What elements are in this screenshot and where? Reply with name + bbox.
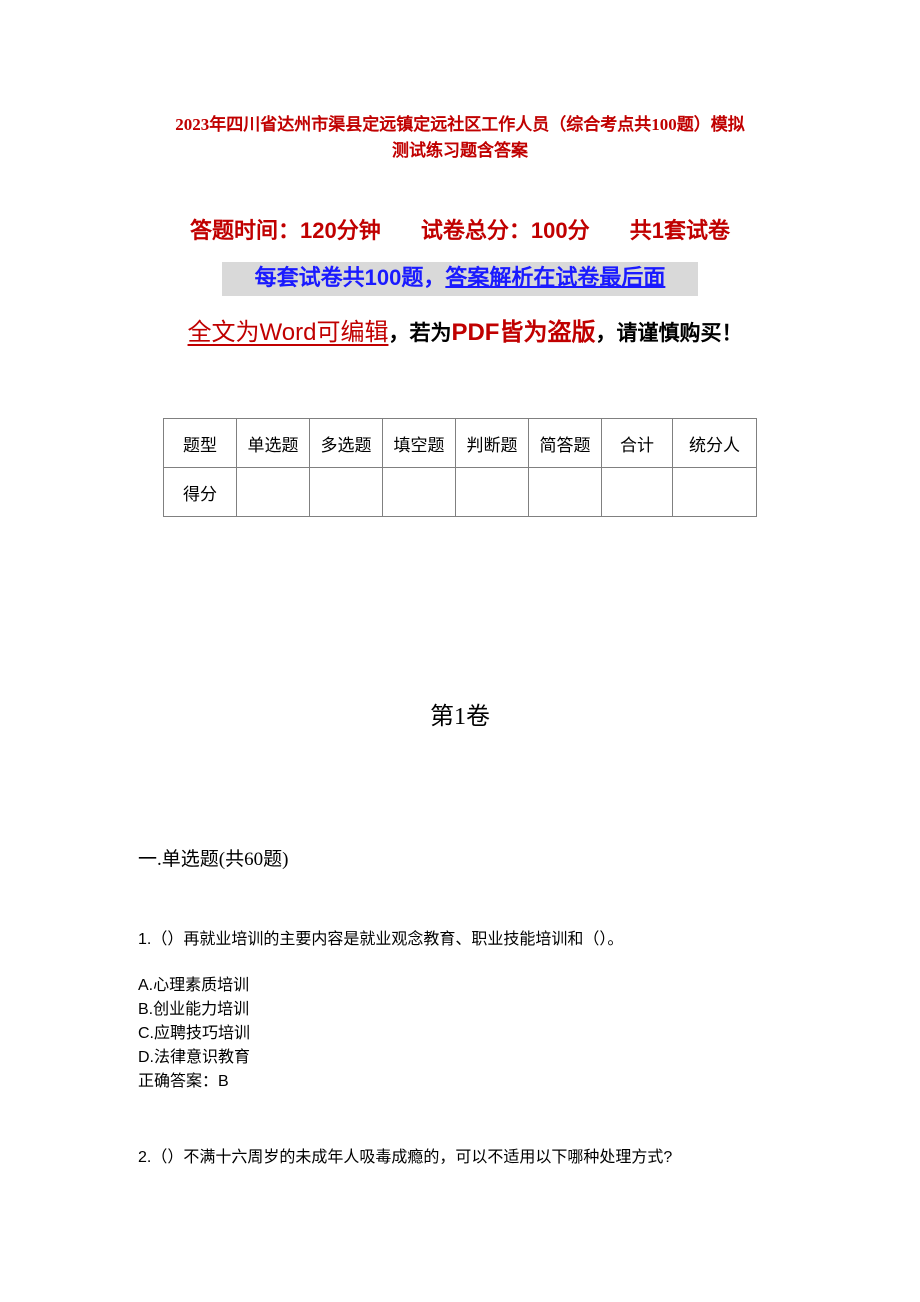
score-table-header-row: 题型 单选题 多选题 填空题 判断题 简答题 合计 统分人 bbox=[163, 418, 757, 468]
option-c: C.应聘技巧培训 bbox=[138, 1025, 251, 1042]
header-cell: 判断题 bbox=[455, 418, 529, 468]
option-d: D.法律意识教育 bbox=[138, 1049, 251, 1066]
title-line-2: 测试练习题含答案 bbox=[392, 141, 528, 160]
notice-editable: 全文为Word可编辑 bbox=[187, 319, 389, 346]
question-2-stem: 2.（）不满十六周岁的未成年人吸毒成瘾的，可以不适用以下哪种处理方式? bbox=[138, 1149, 673, 1166]
exam-meta: 答题时间：120分钟 试卷总分：100分 共1套试卷 bbox=[0, 213, 920, 245]
notice-sep: ，若为 bbox=[388, 322, 452, 345]
question-1-options: A.心理素质培训 B.创业能力培训 C.应聘技巧培训 D.法律意识教育 正确答案… bbox=[138, 974, 250, 1094]
banner-text-2: 答案解析在试卷最后面 bbox=[445, 265, 666, 290]
header-cell: 单选题 bbox=[236, 418, 310, 468]
notice-pdf: PDF皆为盗版 bbox=[451, 319, 596, 346]
question-1-answer: 正确答案：B bbox=[138, 1073, 229, 1090]
question-1-stem: 1.（）再就业培训的主要内容是就业观念教育、职业技能培训和（）。 bbox=[138, 931, 624, 948]
header-cell: 多选题 bbox=[309, 418, 383, 468]
piracy-notice: 全文为Word可编辑，若为PDF皆为盗版，请谨慎购买！ bbox=[150, 308, 780, 359]
info-banner: 每套试卷共100题，答案解析在试卷最后面 bbox=[222, 262, 698, 296]
exam-total-score: 试卷总分：100分 bbox=[420, 218, 590, 243]
banner-text-1: 每套试卷共100题， bbox=[254, 265, 446, 290]
volume-title: 第1卷 bbox=[430, 704, 490, 730]
option-a: A.心理素质培训 bbox=[138, 977, 250, 994]
score-cell[interactable] bbox=[528, 467, 602, 517]
option-b: B.创业能力培训 bbox=[138, 1001, 250, 1018]
header-cell: 简答题 bbox=[528, 418, 602, 468]
section-title: 一.单选题(共60题) bbox=[138, 849, 289, 870]
header-cell: 合计 bbox=[601, 418, 673, 468]
score-table: 题型 单选题 多选题 填空题 判断题 简答题 合计 统分人 得分 bbox=[163, 418, 757, 517]
title-line-1: 2023年四川省达州市渠县定远镇定远社区工作人员（综合考点共100题）模拟 bbox=[175, 115, 745, 134]
score-cell[interactable] bbox=[382, 467, 456, 517]
header-cell: 题型 bbox=[163, 418, 237, 468]
exam-sets: 共1套试卷 bbox=[629, 218, 730, 243]
document-title: 2023年四川省达州市渠县定远镇定远社区工作人员（综合考点共100题）模拟 测试… bbox=[120, 112, 800, 164]
score-cell[interactable] bbox=[601, 467, 673, 517]
score-cell[interactable] bbox=[309, 467, 383, 517]
score-cell[interactable] bbox=[236, 467, 310, 517]
score-cell[interactable] bbox=[455, 467, 529, 517]
exam-time: 答题时间：120分钟 bbox=[190, 218, 381, 243]
row-label: 得分 bbox=[163, 467, 237, 517]
score-cell[interactable] bbox=[672, 467, 757, 517]
score-table-row: 得分 bbox=[163, 467, 757, 517]
notice-end: ，请谨慎购买！ bbox=[595, 322, 743, 345]
header-cell: 填空题 bbox=[382, 418, 456, 468]
header-cell: 统分人 bbox=[672, 418, 757, 468]
